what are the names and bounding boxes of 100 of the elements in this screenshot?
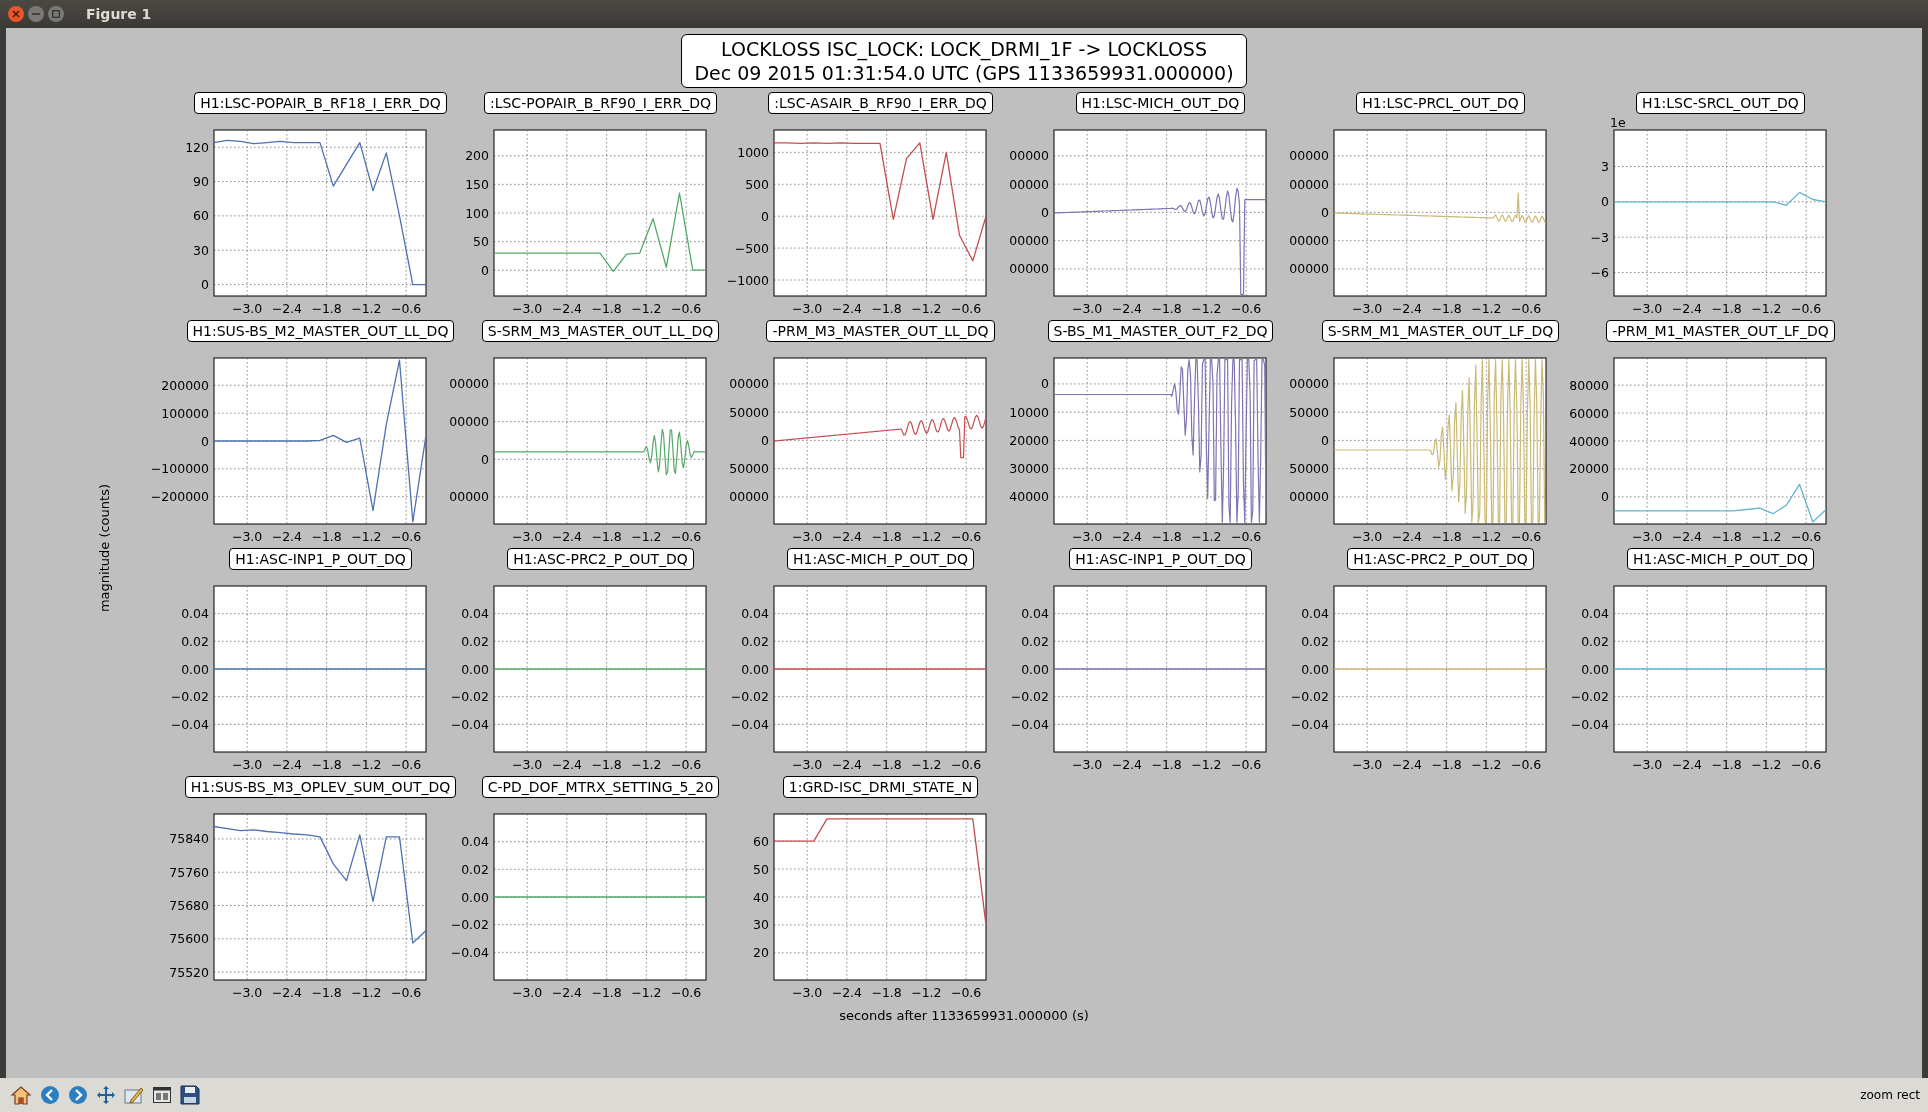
tick-label: −1.8 (590, 757, 622, 772)
tick-label: −1.8 (870, 529, 902, 544)
tick-label: −2.4 (271, 757, 302, 772)
chart-title: H1:ASC-MICH_P_OUT_DQ (1627, 548, 1814, 570)
maximize-button[interactable] (48, 6, 64, 22)
tick-label: −0.02 (1290, 689, 1329, 705)
tick-label: 00000 (1288, 233, 1329, 249)
pencil-icon (124, 1085, 144, 1105)
close-button[interactable] (8, 6, 24, 22)
tick-label: −0.04 (450, 716, 489, 732)
tick-label: 120 (184, 139, 209, 155)
tick-label: 0 (1600, 194, 1609, 210)
tick-label: −2.4 (1671, 529, 1702, 544)
tick-label: 0 (1320, 432, 1329, 448)
tick-label: −2.4 (1111, 757, 1142, 772)
tick-label: −3.0 (231, 757, 262, 772)
tick-label: −0.6 (670, 529, 701, 544)
tick-label: −1.2 (910, 985, 942, 1000)
tick-label: −0.6 (670, 301, 701, 316)
tick-label: −1.2 (630, 985, 662, 1000)
tick-label: 00000 (1008, 261, 1049, 277)
back-icon (40, 1085, 60, 1105)
tick-label: −3.0 (1631, 301, 1662, 316)
tick-label: −3.0 (1351, 757, 1382, 772)
tick-label: −2.4 (271, 985, 302, 1000)
tick-label: −0.6 (390, 301, 421, 316)
tick-label: −2.4 (1111, 529, 1142, 544)
offset-label: 1e (1609, 115, 1626, 130)
tick-label: 75680 (168, 898, 209, 914)
axis-label: magnitude (counts) (96, 483, 112, 612)
tick-label: 30 (192, 242, 209, 258)
tick-label: −1.8 (310, 985, 342, 1000)
tick-label: −6 (1590, 264, 1609, 280)
tick-label: −1.2 (350, 985, 382, 1000)
tick-label: 0 (200, 433, 209, 449)
chart-title: H1:LSC-POPAIR_B_RF18_I_ERR_DQ (194, 92, 447, 114)
chart-title: S-BS_M1_MASTER_OUT_F2_DQ (1047, 320, 1274, 342)
tick-label: 0.04 (740, 606, 769, 622)
tick-label: 0.02 (740, 633, 769, 649)
tick-label: −3.0 (791, 301, 822, 316)
tick-label: −0.02 (450, 917, 489, 933)
forward-button[interactable] (66, 1083, 90, 1107)
tick-label: −0.02 (450, 689, 489, 705)
tick-label: −0.02 (1010, 689, 1049, 705)
tick-label: −3.0 (791, 529, 822, 544)
tick-label: −3.0 (231, 301, 262, 316)
tick-label: −0.6 (1510, 529, 1541, 544)
tick-label: 10000 (1008, 404, 1049, 420)
tick-label: −500 (734, 240, 769, 256)
tick-label: 20000 (1008, 432, 1049, 448)
tick-label: 90 (192, 174, 209, 189)
window-title: Figure 1 (86, 6, 152, 22)
tick-label: 0 (1600, 489, 1609, 505)
tick-label: −0.6 (950, 757, 981, 772)
back-button[interactable] (38, 1083, 62, 1107)
tick-label: 20000 (1568, 461, 1609, 477)
tick-label: −1.8 (1430, 757, 1462, 772)
tick-label: 0 (1040, 376, 1049, 392)
tick-label: 00000 (1288, 261, 1329, 277)
chart-title: -PRM_M3_MASTER_OUT_LL_DQ (766, 320, 995, 342)
tick-label: −1.8 (590, 985, 622, 1000)
tick-label: 0.00 (460, 661, 489, 677)
tick-label: 75520 (168, 964, 209, 980)
tick-label: −2.4 (1671, 757, 1702, 772)
tick-label: 200 (464, 148, 489, 164)
tick-label: −1.8 (1710, 529, 1742, 544)
chart-title: H1:ASC-MICH_P_OUT_DQ (787, 548, 974, 570)
tick-label: −0.04 (450, 944, 489, 960)
tick-label: 0.04 (460, 834, 489, 850)
tick-label: 150 (464, 176, 489, 192)
chart-title: -PRM_M1_MASTER_OUT_LF_DQ (1606, 320, 1835, 342)
minimize-icon (32, 10, 40, 18)
tick-label: −1.8 (870, 985, 902, 1000)
chart-title: :LSC-ASAIR_B_RF90_I_ERR_DQ (768, 92, 993, 114)
tick-label: −1.8 (870, 757, 902, 772)
minimize-button[interactable] (28, 6, 44, 22)
tick-label: −0.6 (1790, 529, 1821, 544)
tick-label: 0 (200, 277, 209, 293)
tick-label: −1.2 (350, 301, 382, 316)
tick-label: −1.2 (1470, 757, 1502, 772)
tick-label: 0.02 (460, 861, 489, 877)
chart-title: H1:ASC-INP1_P_OUT_DQ (229, 548, 412, 570)
tick-label: −0.6 (390, 529, 421, 544)
tick-label: −1.8 (310, 529, 342, 544)
tick-label: −1.2 (1190, 301, 1222, 316)
tick-label: 00000 (448, 376, 489, 392)
tick-label: −2.4 (831, 529, 862, 544)
tick-label: 50000 (1288, 461, 1329, 477)
tick-label: −3.0 (1071, 757, 1102, 772)
tick-label: −200000 (151, 489, 209, 505)
save-button[interactable] (178, 1083, 202, 1107)
tick-label: −0.02 (170, 689, 209, 705)
tick-label: −0.6 (390, 757, 421, 772)
figure-title: LOCKLOSS ISC_LOCK: LOCK_DRMI_1F -> LOCKLOSS (721, 37, 1207, 61)
tick-label: −100000 (151, 461, 209, 477)
tick-label: −0.04 (730, 716, 769, 732)
tick-label: −2.4 (1391, 301, 1422, 316)
tick-label: −1.2 (1750, 757, 1782, 772)
tick-label: 30 (752, 917, 769, 933)
tick-label: −1.8 (1150, 529, 1182, 544)
